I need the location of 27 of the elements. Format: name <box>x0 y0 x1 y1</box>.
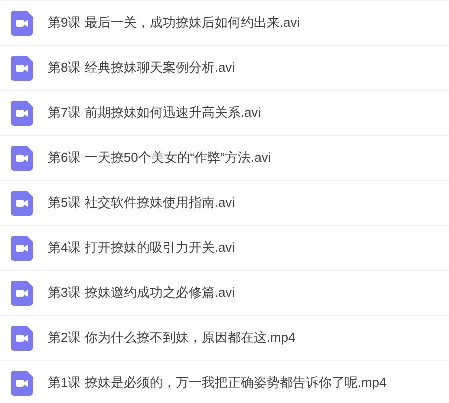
file-name: 第8课 经典撩妹聊天案例分析.avi <box>48 59 236 78</box>
file-row[interactable]: 第9课 最后一关，成功撩妹后如何约出来.avi <box>0 1 449 46</box>
video-file-icon <box>11 280 33 306</box>
video-file-icon <box>11 146 33 170</box>
file-row[interactable]: 第7课 前期撩妹如何迅速升高关系.avi <box>0 91 449 136</box>
file-row[interactable]: 第6课 一天撩50个美女的“作弊”方法.avi <box>0 136 449 181</box>
file-name: 第4课 打开撩妹的吸引力开关.avi <box>48 239 236 258</box>
video-file-icon <box>11 100 33 126</box>
file-name: 第6课 一天撩50个美女的“作弊”方法.avi <box>48 149 272 168</box>
file-row[interactable]: 第1课 撩妹是必须的，万一我把正确姿势都告诉你了呢.mp4 <box>0 361 449 403</box>
file-name: 第5课 社交软件撩妹使用指南.avi <box>48 194 236 212</box>
file-row[interactable]: 第2课 你为什么撩不到妹，原因都在这.mp4 <box>0 316 449 361</box>
video-file-icon <box>11 56 33 80</box>
video-file-icon <box>11 10 33 36</box>
video-file-icon <box>11 190 33 216</box>
file-name: 第2课 你为什么撩不到妹，原因都在这.mp4 <box>48 329 296 348</box>
video-file-icon <box>11 236 33 260</box>
video-file-icon <box>11 326 33 350</box>
file-row[interactable]: 第5课 社交软件撩妹使用指南.avi <box>0 181 449 226</box>
file-name: 第7课 前期撩妹如何迅速升高关系.avi <box>48 104 262 122</box>
file-name: 第3课 撩妹邀约成功之必修篇.avi <box>48 284 236 302</box>
file-name: 第9课 最后一关，成功撩妹后如何约出来.avi <box>48 14 300 32</box>
file-name: 第1课 撩妹是必须的，万一我把正确姿势都告诉你了呢.mp4 <box>48 374 387 392</box>
video-file-icon <box>11 370 33 396</box>
file-row[interactable]: 第4课 打开撩妹的吸引力开关.avi <box>0 226 449 271</box>
file-row[interactable]: 第8课 经典撩妹聊天案例分析.avi <box>0 46 449 91</box>
file-row[interactable]: 第3课 撩妹邀约成功之必修篇.avi <box>0 271 449 316</box>
